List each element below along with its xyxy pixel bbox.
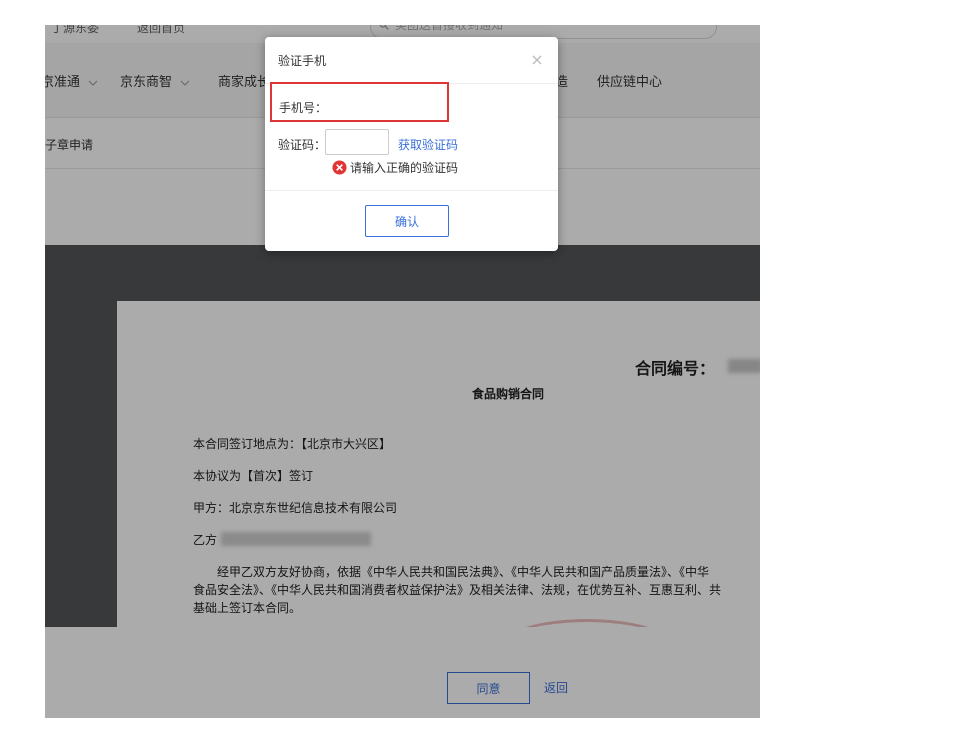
verification-code-label: 验证码： — [278, 138, 327, 152]
get-verification-code-link[interactable]: 获取验证码 — [398, 136, 458, 153]
phone-number-label: 手机号： — [279, 101, 328, 115]
error-message-row: 请输入正确的验证码 — [332, 159, 458, 175]
dialog-divider — [265, 190, 558, 191]
page: 丁源东委 返回首页 美团送首接收到通知 京准通 京东商智 商家成长 造 供应链中… — [0, 0, 969, 756]
phone-number-field-highlight: 手机号： — [270, 82, 449, 122]
error-icon — [332, 159, 347, 175]
confirm-button[interactable]: 确认 — [365, 205, 449, 237]
dialog-header: 验证手机 × — [265, 37, 558, 84]
verification-code-input[interactable] — [325, 129, 389, 155]
close-icon[interactable]: × — [528, 50, 546, 69]
dialog-title: 验证手机 — [278, 54, 327, 68]
error-message: 请输入正确的验证码 — [350, 160, 459, 175]
verify-phone-dialog: 验证手机 × 手机号： 验证码： 获取验证码 请输入正确的验证码 确认 — [265, 37, 558, 251]
